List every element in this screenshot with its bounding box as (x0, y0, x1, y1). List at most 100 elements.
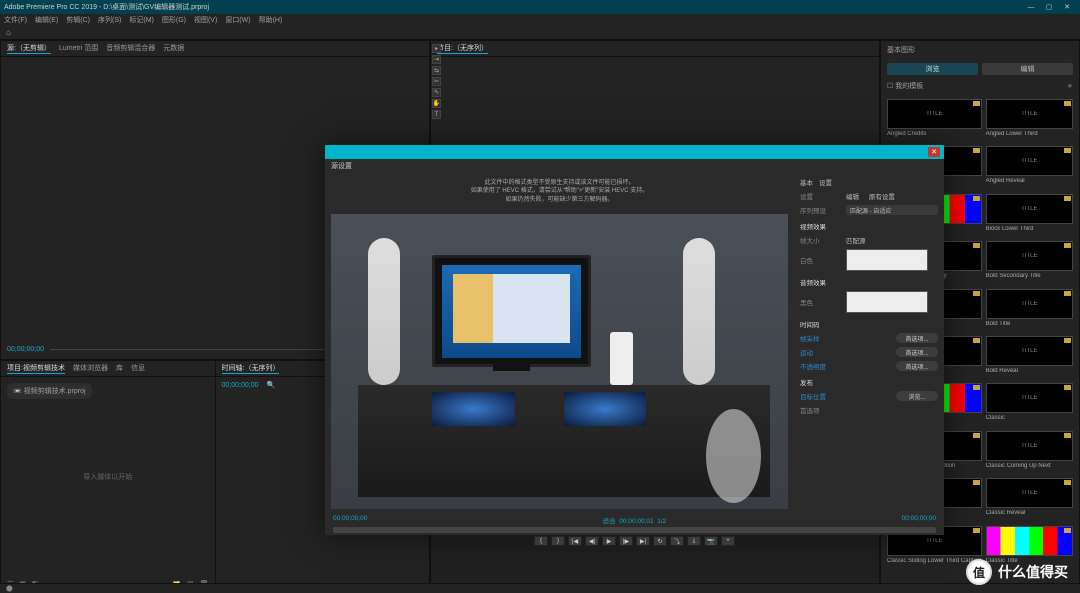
publish-header: 发布 (800, 377, 938, 387)
modal-out-tc[interactable]: 00;00;00;00 (902, 515, 936, 525)
modal-in-tc[interactable]: 00;00;00;00 (333, 515, 367, 525)
preview-fan (706, 409, 761, 503)
workspace-bar: ⌂ (0, 26, 1080, 40)
preset-dropdown[interactable]: 匹配源 - 自适应 (846, 205, 938, 215)
menu-clip[interactable]: 剪辑(C) (66, 15, 90, 25)
menu-sequence[interactable]: 序列(S) (98, 15, 121, 25)
template-label: Bold Secondary Title (986, 273, 1073, 281)
go-in-button[interactable]: |◀ (568, 536, 582, 546)
project-bin-chip[interactable]: 📼 视频剪辑技术.prproj (7, 383, 92, 399)
eg-title: 基本图形 (881, 41, 1079, 59)
timeline-subtab[interactable]: 时间轴:（无序列） (222, 363, 280, 374)
menu-help[interactable]: 帮助(H) (259, 15, 283, 25)
tool-column: ▸ ⇥ ⇆ ✂ ✎ ✋ T (430, 42, 452, 121)
template-label: Block Lower Third (986, 226, 1073, 234)
modal-fit[interactable]: 适合 (603, 518, 616, 525)
link-frame-sample[interactable]: 帧采样 (800, 333, 820, 343)
maximize-button[interactable]: ▢ (1040, 3, 1058, 11)
menu-window[interactable]: 窗口(W) (225, 15, 250, 25)
lumetri-tab[interactable]: Lumetri 范围 (59, 43, 98, 54)
eg-browse-tab[interactable]: 浏览 (887, 63, 978, 75)
home-icon[interactable]: ⌂ (6, 28, 11, 37)
template-label: Angled Lower Third (986, 131, 1073, 139)
step-back-button[interactable]: ◀| (585, 536, 599, 546)
dialog-close-button[interactable]: ✕ (928, 147, 940, 157)
preview-subwoofer (610, 332, 633, 385)
play-button[interactable]: ▶ (602, 536, 616, 546)
template-label: Classic Reveal (986, 510, 1073, 518)
prefs-button-3[interactable]: 首选项... (896, 361, 938, 371)
link-motion[interactable]: 运动 (800, 347, 813, 357)
app-title: Adobe Premiere Pro CC 2019 - D:\桌面\测试\GV… (4, 2, 209, 12)
metadata-tab[interactable]: 元数据 (163, 43, 184, 54)
black-color-swatch[interactable] (846, 291, 928, 313)
template-thumb[interactable]: TITLEBlock Lower Third (986, 194, 1073, 235)
timeline-timecode[interactable]: 00;00;00;00 (222, 382, 259, 389)
media-browser-tab[interactable]: 媒体浏览器 (73, 363, 108, 374)
link-target[interactable]: 目标位置 (800, 391, 826, 401)
template-thumb[interactable]: TITLEClassic (986, 383, 1073, 424)
mark-in-button[interactable]: { (534, 536, 548, 546)
eg-edit-tab[interactable]: 编辑 (982, 63, 1073, 75)
template-thumb[interactable]: TITLEClassic Coming Up Next (986, 431, 1073, 472)
menu-edit[interactable]: 编辑(E) (35, 15, 58, 25)
razor-tool-icon[interactable]: ✂ (432, 77, 441, 86)
mark-out-button[interactable]: } (551, 536, 565, 546)
dialog-tab-settings[interactable]: 设置 (819, 177, 832, 187)
audio-mixer-tab[interactable]: 音频剪辑混合器 (106, 43, 155, 54)
step-fwd-button[interactable]: |▶ (619, 536, 633, 546)
dialog-tab-basic[interactable]: 基本 (800, 177, 813, 187)
dialog-subtitle: 源设置 (325, 159, 944, 173)
modal-dur: 00;00;00;01 (619, 518, 653, 525)
template-thumb[interactable]: TITLEClassic Reveal (986, 478, 1073, 519)
modal-half[interactable]: 1/2 (657, 518, 666, 525)
preview-tv (432, 255, 592, 367)
template-thumb[interactable]: TITLEAngled Credits (887, 99, 982, 140)
prefs-button-2[interactable]: 首选项... (896, 347, 938, 357)
track-select-tool-icon[interactable]: ⇥ (432, 55, 441, 64)
menu-graphics[interactable]: 图形(G) (162, 15, 186, 25)
hand-tool-icon[interactable]: ✋ (432, 99, 441, 108)
overwrite-button[interactable]: ⤓ (687, 536, 701, 546)
modal-scrubber[interactable] (333, 527, 936, 533)
info-tab[interactable]: 信息 (131, 363, 145, 374)
watermark-badge-icon: 值 (966, 559, 992, 585)
zoom-search-icon[interactable]: 🔍 (266, 381, 275, 389)
template-thumb[interactable]: TITLEBold Reveal (986, 336, 1073, 377)
pen-tool-icon[interactable]: ✎ (432, 88, 441, 97)
loop-button[interactable]: ↻ (653, 536, 667, 546)
favorite-icon[interactable]: ★ (1067, 82, 1073, 90)
template-thumb[interactable]: TITLEBold Secondary Title (986, 241, 1073, 282)
template-thumb[interactable]: TITLEAngled Lower Third (986, 99, 1073, 140)
dialog-titlebar[interactable]: ✕ (325, 145, 944, 159)
template-label: Angled Reveal (986, 178, 1073, 186)
source-tab[interactable]: 源:（无剪辑） (7, 43, 51, 54)
browse-button[interactable]: 浏览... (896, 391, 938, 401)
status-indicator-icon: ⬤ (6, 585, 13, 592)
template-thumb[interactable]: TITLEBold Title (986, 289, 1073, 330)
selection-tool-icon[interactable]: ▸ (432, 44, 441, 53)
export-frame-button[interactable]: 📷 (704, 536, 718, 546)
template-label: Bold Title (986, 321, 1073, 329)
watermark-text: 什么值得买 (998, 562, 1068, 582)
minimize-button[interactable]: — (1022, 4, 1040, 11)
timecode-header: 时间码 (800, 319, 938, 329)
audio-effects-header: 音频效果 (800, 277, 938, 287)
prefs-button-1[interactable]: 首选项... (896, 333, 938, 343)
white-color-swatch[interactable] (846, 249, 928, 271)
close-button[interactable]: ✕ (1058, 3, 1076, 11)
my-templates-checkbox[interactable]: ☐ (887, 83, 893, 90)
menu-view[interactable]: 视图(V) (194, 15, 217, 25)
libraries-tab[interactable]: 库 (116, 363, 123, 374)
link-opacity[interactable]: 不透明度 (800, 361, 826, 371)
type-tool-icon[interactable]: T (432, 110, 441, 119)
menu-marker[interactable]: 标记(M) (129, 15, 154, 25)
settings-button[interactable]: + (721, 536, 735, 546)
ripple-tool-icon[interactable]: ⇆ (432, 66, 441, 75)
menu-file[interactable]: 文件(F) (4, 15, 27, 25)
go-out-button[interactable]: ▶| (636, 536, 650, 546)
insert-button[interactable]: ⤵ (670, 536, 684, 546)
project-tab[interactable]: 项目:视频剪辑技术 (7, 363, 65, 374)
template-thumb[interactable]: TITLEAngled Reveal (986, 146, 1073, 187)
template-label: Angled Credits (887, 131, 982, 139)
